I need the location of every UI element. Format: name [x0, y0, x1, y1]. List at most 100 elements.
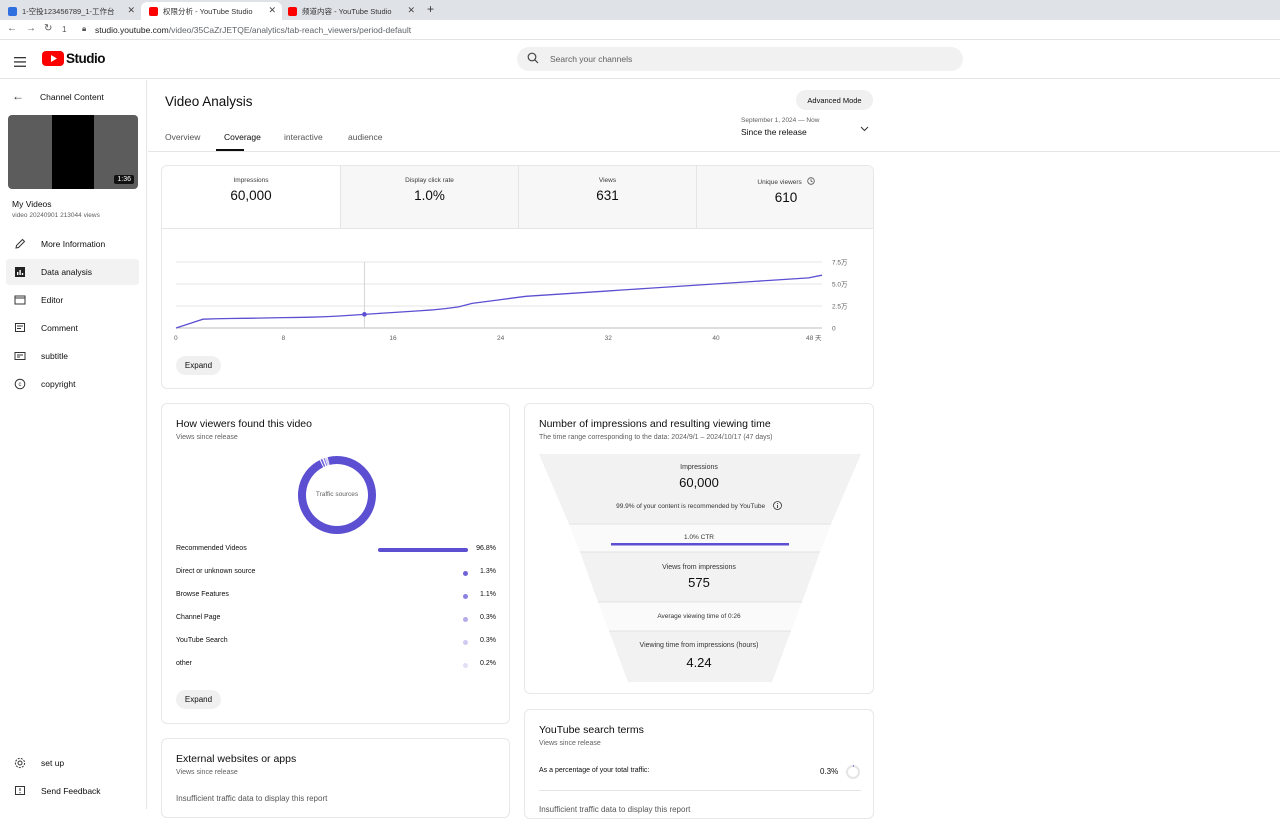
studio-header: Studio Search your channels: [0, 40, 1280, 79]
metric-impressions[interactable]: Impressions 60,000: [162, 166, 340, 228]
traffic-source-pct: 0.2%: [480, 660, 496, 667]
metric-unique-viewers[interactable]: Unique viewers 610: [696, 166, 874, 228]
forward-arrow-icon[interactable]: →: [26, 23, 36, 34]
address-bar: ← → ↻ 1 🔒︎ studio.youtube.com/video/35Ca…: [0, 20, 1280, 40]
close-icon[interactable]: ✕: [127, 5, 135, 16]
chevron-down-icon: [860, 126, 869, 132]
impressions-funnel-card: Number of impressions and resulting view…: [524, 403, 874, 694]
card-title: Number of impressions and resulting view…: [539, 418, 771, 430]
sidebar-item-settings[interactable]: set up: [6, 750, 139, 776]
sidebar-item-feedback[interactable]: Send Feedback: [6, 778, 139, 804]
clapperboard-icon: [13, 293, 27, 307]
reload-icon[interactable]: ↻: [44, 23, 52, 34]
y-tick-label: 2.5万: [832, 303, 848, 311]
traffic-source-row[interactable]: Direct or unknown source 1.3%: [176, 568, 496, 580]
subtitle-icon: [13, 349, 27, 363]
y-tick-label: 5.0万: [832, 281, 848, 289]
sidebar-item-editor[interactable]: Editor: [6, 287, 139, 313]
traffic-source-row[interactable]: Recommended Videos96.8%: [176, 545, 496, 557]
funnel-impressions-value: 60,000: [525, 475, 873, 490]
tab-interactive[interactable]: interactive: [284, 132, 323, 142]
metric-views[interactable]: Views 631: [518, 166, 696, 228]
traffic-source-bar: [378, 548, 468, 552]
back-arrow-icon[interactable]: ←: [12, 89, 24, 103]
x-tick-label: 8: [282, 335, 286, 342]
card-subtitle: Views since release: [176, 434, 238, 441]
traffic-source-name: Direct or unknown source: [176, 568, 255, 575]
hamburger-menu-icon[interactable]: [14, 54, 26, 72]
metric-label-text: Unique viewers: [757, 179, 801, 186]
tab-coverage[interactable]: Coverage: [224, 132, 261, 142]
back-label[interactable]: Channel Content: [40, 92, 104, 102]
traffic-source-row[interactable]: YouTube Search0.3%: [176, 637, 496, 649]
date-range: September 1, 2024 — Now: [741, 117, 871, 124]
browser-tab[interactable]: 1-空投123456789_1-工作台 ✕: [0, 2, 141, 20]
reload-number: 1: [62, 25, 66, 34]
metric-ctr[interactable]: Display click rate 1.0%: [340, 166, 518, 228]
search-icon: [527, 52, 539, 64]
sidebar-item-label: More Information: [41, 239, 105, 249]
back-arrow-icon[interactable]: ←: [7, 23, 17, 34]
search-share-label: As a percentage of your total traffic:: [539, 767, 649, 774]
x-tick-label: 24: [497, 335, 505, 342]
feedback-icon: [13, 784, 27, 798]
svg-text:c: c: [19, 382, 22, 388]
url-host: studio.youtube.com: [95, 25, 169, 35]
browser-tab[interactable]: 频道内容 - YouTube Studio ✕: [280, 2, 421, 20]
close-icon[interactable]: ✕: [268, 5, 276, 16]
lock-icon[interactable]: 🔒︎: [82, 24, 86, 34]
sidebar-item-copyright[interactable]: c copyright: [6, 371, 139, 397]
sidebar-item-analytics[interactable]: Data analysis: [6, 259, 139, 285]
sidebar-item-subtitles[interactable]: subtitle: [6, 343, 139, 369]
sidebar-item-details[interactable]: More Information: [6, 231, 139, 257]
card-subtitle: Views since release: [539, 740, 601, 747]
sidebar-item-comments[interactable]: Comment: [6, 315, 139, 341]
external-sites-card: External websites or apps Views since re…: [161, 738, 510, 818]
advanced-mode-button[interactable]: Advanced Mode: [796, 90, 873, 110]
page-title: Video Analysis: [165, 94, 253, 109]
traffic-source-dot: [463, 617, 468, 622]
traffic-source-name: Recommended Videos: [176, 545, 247, 552]
url-field[interactable]: studio.youtube.com/video/35CaZrJETQE/ana…: [95, 25, 411, 35]
traffic-expand-button[interactable]: Expand: [176, 690, 221, 709]
traffic-source-row[interactable]: Browse Features1.1%: [176, 591, 496, 603]
traffic-source-row[interactable]: Channel Page0.3%: [176, 614, 496, 626]
tab-overview[interactable]: Overview: [165, 132, 200, 142]
new-tab-button[interactable]: +: [427, 2, 434, 16]
thumbnail-frame: [52, 115, 94, 189]
funnel-avg-view: Average viewing time of 0:26: [525, 613, 873, 620]
chart-expand-button[interactable]: Expand: [176, 356, 221, 375]
funnel-ctr: 1.0% CTR: [525, 534, 873, 541]
video-thumbnail[interactable]: 1:36: [8, 115, 138, 189]
metric-value: 631: [519, 188, 696, 203]
search-placeholder: Search your channels: [550, 54, 632, 64]
metric-value: 60,000: [162, 188, 340, 203]
traffic-source-pct: 1.3%: [480, 568, 496, 575]
studio-logo[interactable]: Studio: [42, 51, 105, 66]
search-input[interactable]: Search your channels: [517, 47, 963, 71]
browser-tab[interactable]: 权限分析 - YouTube Studio ✕: [141, 2, 282, 20]
video-subtitle: video 20240901 213044 views: [12, 212, 100, 219]
funnel-watch-value: 4.24: [525, 655, 873, 670]
reach-chart-card: Impressions 60,000 Display click rate 1.…: [161, 165, 874, 389]
history-icon: [807, 177, 815, 185]
date-range-picker[interactable]: September 1, 2024 — Now Since the releas…: [741, 117, 871, 145]
tab-audience[interactable]: audience: [348, 132, 383, 142]
copyright-icon: c: [13, 377, 27, 391]
traffic-source-row[interactable]: other0.2%: [176, 660, 496, 672]
reach-line-chart[interactable]: 02.5万5.0万7.5万081624324048 天: [162, 230, 874, 356]
divider: [539, 790, 861, 791]
tab-active-indicator: [216, 149, 244, 151]
sidebar-item-label: subtitle: [41, 351, 68, 361]
funnel-recommended-note: 99.9% of your content is recommended by …: [525, 501, 873, 510]
metric-label: Unique viewers: [697, 177, 874, 186]
card-subtitle: The time range corresponding to the data…: [539, 434, 773, 441]
info-icon[interactable]: [773, 501, 782, 510]
recommended-note-text: 99.9% of your content is recommended by …: [616, 503, 765, 510]
card-subtitle: Views since release: [176, 769, 238, 776]
close-icon[interactable]: ✕: [407, 5, 415, 16]
video-title: My Videos: [12, 199, 52, 209]
sidebar-item-label: Send Feedback: [41, 786, 101, 796]
studio-logo-text: Studio: [66, 51, 105, 66]
browser-tab-strip: 1-空投123456789_1-工作台 ✕ 权限分析 - YouTube Stu…: [0, 0, 1280, 20]
